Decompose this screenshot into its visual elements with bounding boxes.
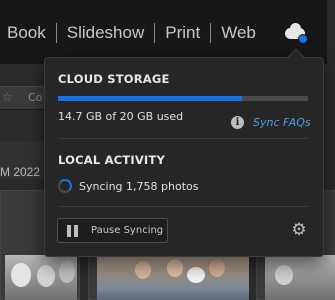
photo-subject: [135, 261, 151, 279]
photo-thumbnail[interactable]: [97, 255, 249, 300]
sync-progress-spinner-icon: [58, 179, 72, 193]
cloud-sync-button[interactable]: [283, 22, 309, 44]
photo-thumbnail[interactable]: [5, 255, 77, 300]
storage-usage-fill: [58, 96, 242, 101]
storage-usage-bar: [58, 96, 308, 101]
sync-faqs-link[interactable]: Sync FAQs: [253, 116, 311, 129]
storage-usage-text: 14.7 GB of 20 GB used: [58, 110, 184, 123]
photo-subject: [11, 263, 31, 287]
cloud-storage-heading: CLOUD STORAGE: [58, 72, 170, 86]
module-print[interactable]: Print: [155, 22, 210, 44]
photo-subject: [209, 259, 225, 277]
star-icon[interactable]: ☆: [2, 90, 13, 104]
gear-icon[interactable]: ⚙: [290, 221, 308, 239]
photo-thumbnail[interactable]: [265, 255, 335, 300]
filter-label[interactable]: Co: [28, 91, 42, 104]
module-picker: Book Slideshow Print Web: [0, 22, 266, 44]
module-web[interactable]: Web: [211, 22, 266, 44]
module-bar: Book Slideshow Print Web: [0, 0, 335, 64]
section-divider: [58, 206, 308, 207]
photo-subject: [187, 267, 205, 283]
pause-icon: [67, 225, 79, 237]
info-icon[interactable]: i: [231, 116, 244, 129]
photo-subject: [275, 265, 293, 285]
pause-syncing-button[interactable]: Pause Syncing: [57, 218, 168, 243]
syncing-status-text: Syncing 1,758 photos: [79, 180, 199, 193]
photo-subject: [167, 259, 183, 277]
cloud-status-panel: CLOUD STORAGE 14.7 GB of 20 GB used i Sy…: [44, 48, 324, 257]
section-divider: [58, 138, 308, 139]
module-book[interactable]: Book: [0, 22, 56, 44]
local-activity-heading: LOCAL ACTIVITY: [58, 153, 165, 167]
window-edge: [327, 0, 335, 64]
sync-status-icon: [298, 34, 308, 44]
module-slideshow[interactable]: Slideshow: [57, 22, 155, 44]
photo-subject: [59, 261, 75, 283]
capture-date: M 2022: [0, 165, 41, 179]
photo-subject: [37, 265, 55, 287]
pause-syncing-label: Pause Syncing: [91, 225, 164, 236]
